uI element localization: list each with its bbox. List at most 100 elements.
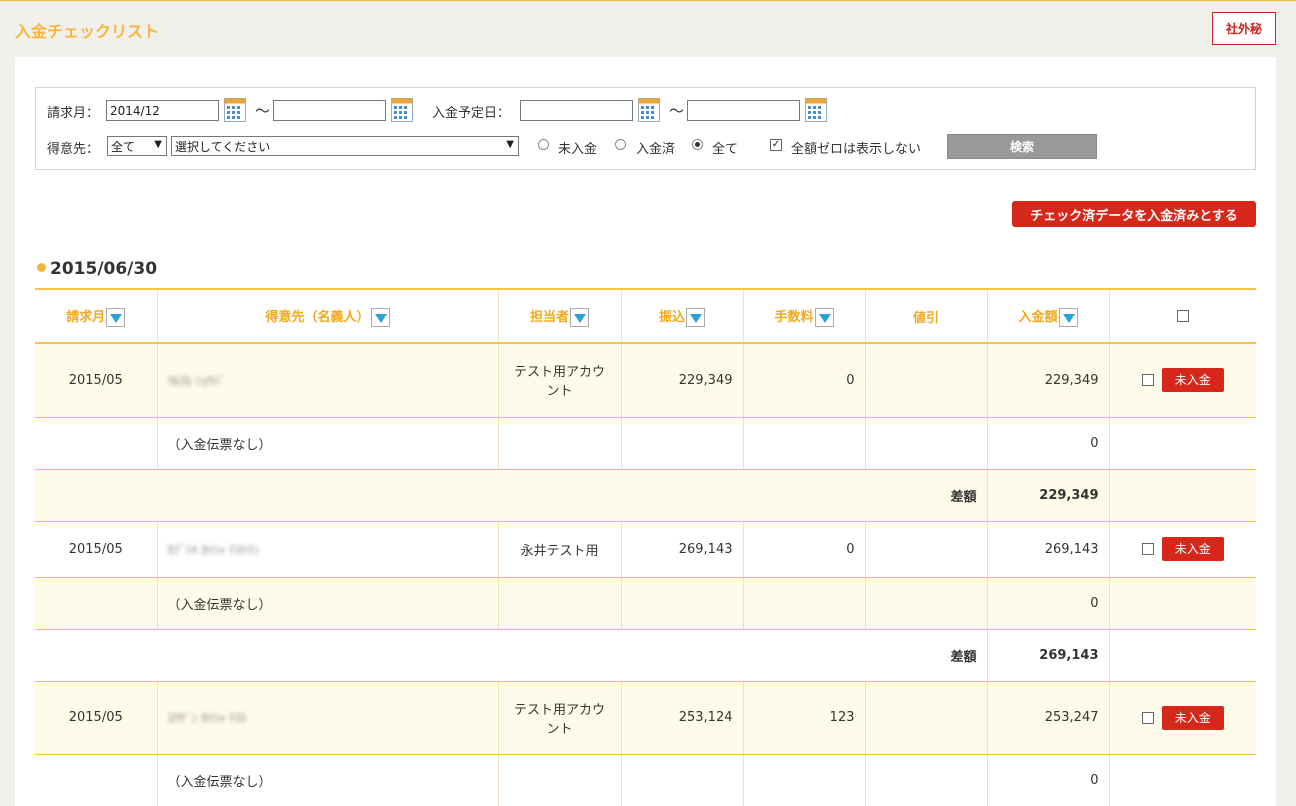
unpaid-button[interactable]: 未入金 xyxy=(1161,537,1224,561)
table-row: （入金伝票なし） 0 xyxy=(35,754,1256,806)
customer-name: ｶﾌﾞｼｷ ｶｲｼｬ ﾃｽﾄﾃﾝ xyxy=(167,542,260,557)
payment-table: 請求月 得意先（名義人） 担当者 振込 手数料 値引 入金額 2015/05 ﾏ… xyxy=(35,288,1256,806)
cell-transfer: 253,124 xyxy=(621,681,744,755)
cell-month: 2015/05 xyxy=(35,521,158,578)
calendar-icon[interactable] xyxy=(805,98,827,122)
mark-paid-button[interactable]: チェック済データを入金済みとする xyxy=(1012,201,1256,227)
hide-zero-label: 全額ゼロは表示しない xyxy=(791,142,922,157)
main-panel: 請求月： ～ 入金予定日： ～ 得意先： 全て xyxy=(15,57,1276,806)
cell-actions xyxy=(1109,469,1256,522)
header-label: 得意先（名義人） xyxy=(265,309,370,325)
chevron-down-icon: ▼ xyxy=(154,139,162,150)
table-row: （入金伝票なし） 0 xyxy=(35,577,1256,630)
unpaid-button[interactable]: 未入金 xyxy=(1161,705,1224,730)
header-label: 請求月 xyxy=(66,309,106,325)
cell-discount xyxy=(865,754,988,806)
cell-actions xyxy=(1109,417,1256,470)
range-separator: ～ xyxy=(669,102,685,120)
cell-discount xyxy=(865,577,988,630)
table-row: （入金伝票なし） 0 xyxy=(35,417,1256,470)
cell-transfer xyxy=(621,577,744,630)
cell-fee: 123 xyxy=(743,681,866,755)
cell-customer: ｶﾌﾞｼｷ ｶｲｼｬ ﾃｽﾄﾃﾝ xyxy=(157,521,499,578)
radio-unpaid[interactable] xyxy=(538,139,549,150)
cell-month: 2015/05 xyxy=(35,681,158,755)
column-header-fee: 手数料 xyxy=(743,288,866,344)
chevron-down-icon: ▼ xyxy=(506,139,514,150)
radio-paid-label: 入金済 xyxy=(636,142,676,157)
diff-value: 229,349 xyxy=(987,469,1110,522)
cell-fee xyxy=(743,577,866,630)
select-all-checkbox[interactable] xyxy=(1176,310,1189,322)
column-header-customer: 得意先（名義人） xyxy=(157,288,499,344)
diff-value: 269,143 xyxy=(987,629,1110,682)
cell-staff xyxy=(498,577,622,630)
cell-month xyxy=(35,577,158,630)
radio-paid[interactable] xyxy=(615,139,626,150)
radio-unpaid-label: 未入金 xyxy=(558,142,598,157)
payment-date-to-input[interactable] xyxy=(687,100,800,121)
table-row: 2015/05 ﾏﾙﾏﾙ ｼｮｳｼﾞ テスト用アカウント 229,349 0 2… xyxy=(35,343,1256,418)
unpaid-button[interactable]: 未入金 xyxy=(1161,368,1224,393)
hide-zero-checkbox[interactable]: ✓ xyxy=(770,139,782,151)
cell-amount: 0 xyxy=(987,577,1110,630)
cell-note: （入金伝票なし） xyxy=(157,577,499,630)
confidential-badge: 社外秘 xyxy=(1212,12,1276,45)
sort-icon[interactable] xyxy=(814,307,834,327)
diff-label: 差額 xyxy=(35,469,988,522)
customer-label: 得意先： xyxy=(47,142,100,157)
bullet-icon xyxy=(37,263,46,272)
cell-amount: 0 xyxy=(987,754,1110,806)
diff-label: 差額 xyxy=(35,629,988,682)
sort-icon[interactable] xyxy=(106,307,126,327)
calendar-icon[interactable] xyxy=(391,98,413,122)
radio-all[interactable] xyxy=(692,139,703,150)
sort-icon[interactable] xyxy=(370,307,390,327)
cell-discount xyxy=(865,417,988,470)
billing-month-from-input[interactable] xyxy=(106,100,219,121)
cell-staff xyxy=(498,417,622,470)
cell-fee xyxy=(743,417,866,470)
cell-actions: 未入金 xyxy=(1109,681,1256,755)
calendar-icon[interactable] xyxy=(224,98,246,122)
customer-scope-value: 全て xyxy=(111,140,136,154)
cell-fee xyxy=(743,754,866,806)
table-row: 2015/05 ｶﾌﾞｼｷ ｶｲｼｬ ﾃｽﾄﾃﾝ 永井テスト用 269,143 … xyxy=(35,521,1256,578)
table-row: 2015/05 ﾕｳｹﾞﾝ ｶｲｼｬ ﾃｽﾄ テスト用アカウント 253,124… xyxy=(35,681,1256,755)
billing-month-to-input[interactable] xyxy=(273,100,386,121)
cell-amount: 253,247 xyxy=(987,681,1110,755)
diff-row: 差額 269,143 xyxy=(35,629,1256,682)
payment-date-label: 入金予定日： xyxy=(432,106,511,121)
search-button[interactable]: 検索 xyxy=(947,134,1097,159)
billing-month-label: 請求月： xyxy=(47,106,100,121)
cell-customer: ﾕｳｹﾞﾝ ｶｲｼｬ ﾃｽﾄ xyxy=(157,681,499,755)
payment-date-from-input[interactable] xyxy=(520,100,633,121)
column-header-select-all xyxy=(1109,288,1256,344)
sort-icon[interactable] xyxy=(686,307,705,327)
row-checkbox[interactable] xyxy=(1141,374,1154,387)
column-header-discount: 値引 xyxy=(865,288,988,344)
cell-actions xyxy=(1109,629,1256,682)
row-checkbox[interactable] xyxy=(1141,711,1154,724)
column-header-transfer: 振込 xyxy=(621,288,744,344)
calendar-icon[interactable] xyxy=(638,98,660,122)
radio-all-label: 全て xyxy=(712,142,739,157)
sort-icon[interactable] xyxy=(1058,307,1078,327)
cell-actions xyxy=(1109,577,1256,630)
filter-box: 請求月： ～ 入金予定日： ～ 得意先： 全て xyxy=(35,87,1256,170)
header-label: 担当者 xyxy=(529,309,569,325)
cell-transfer: 229,349 xyxy=(621,343,744,418)
row-checkbox[interactable] xyxy=(1141,543,1154,555)
header-label: 手数料 xyxy=(774,309,814,325)
customer-name: ﾏﾙﾏﾙ ｼｮｳｼﾞ xyxy=(167,373,226,388)
customer-scope-select[interactable]: 全て ▼ xyxy=(107,136,167,156)
cell-actions: 未入金 xyxy=(1109,343,1256,418)
customer-select[interactable]: 選択してください ▼ xyxy=(171,136,519,156)
sort-icon[interactable] xyxy=(570,307,589,327)
cell-discount xyxy=(865,521,988,578)
header-label: 入金額 xyxy=(1018,309,1058,325)
page-title: 入金チェックリスト xyxy=(15,22,160,41)
cell-month xyxy=(35,754,158,806)
cell-fee: 0 xyxy=(743,521,866,578)
range-separator: ～ xyxy=(255,102,271,120)
